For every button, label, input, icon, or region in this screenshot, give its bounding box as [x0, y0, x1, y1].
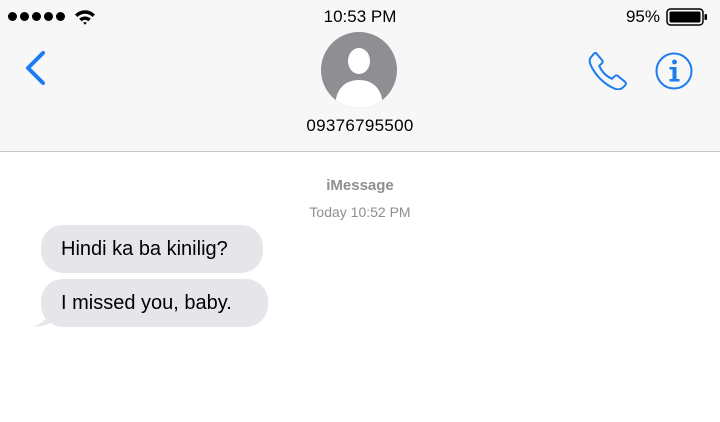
message-timestamp: Today 10:52 PM: [309, 204, 411, 220]
conversation-header: 09376795500: [0, 32, 720, 152]
message-text: Hindi ka ba kinilig?: [61, 238, 228, 260]
battery-percentage: 95%: [625, 7, 660, 26]
incoming-message-bubble[interactable]: Hindi ka ba kinilig?: [41, 225, 263, 273]
service-label: iMessage: [326, 177, 394, 194]
back-chevron-icon[interactable]: [22, 50, 50, 86]
message-text: I missed you, baby.: [61, 292, 232, 314]
contact-name[interactable]: 09376795500: [0, 116, 720, 136]
info-icon[interactable]: [655, 52, 693, 90]
avatar[interactable]: [321, 32, 397, 108]
incoming-message-bubble[interactable]: I missed you, baby.: [41, 279, 268, 327]
phone-call-icon[interactable]: [587, 50, 629, 90]
person-silhouette-icon: [335, 48, 383, 108]
status-bar: 10:53 PM 95%: [0, 0, 720, 32]
status-time: 10:53 PM: [323, 7, 397, 26]
battery-icon: [666, 8, 707, 26]
